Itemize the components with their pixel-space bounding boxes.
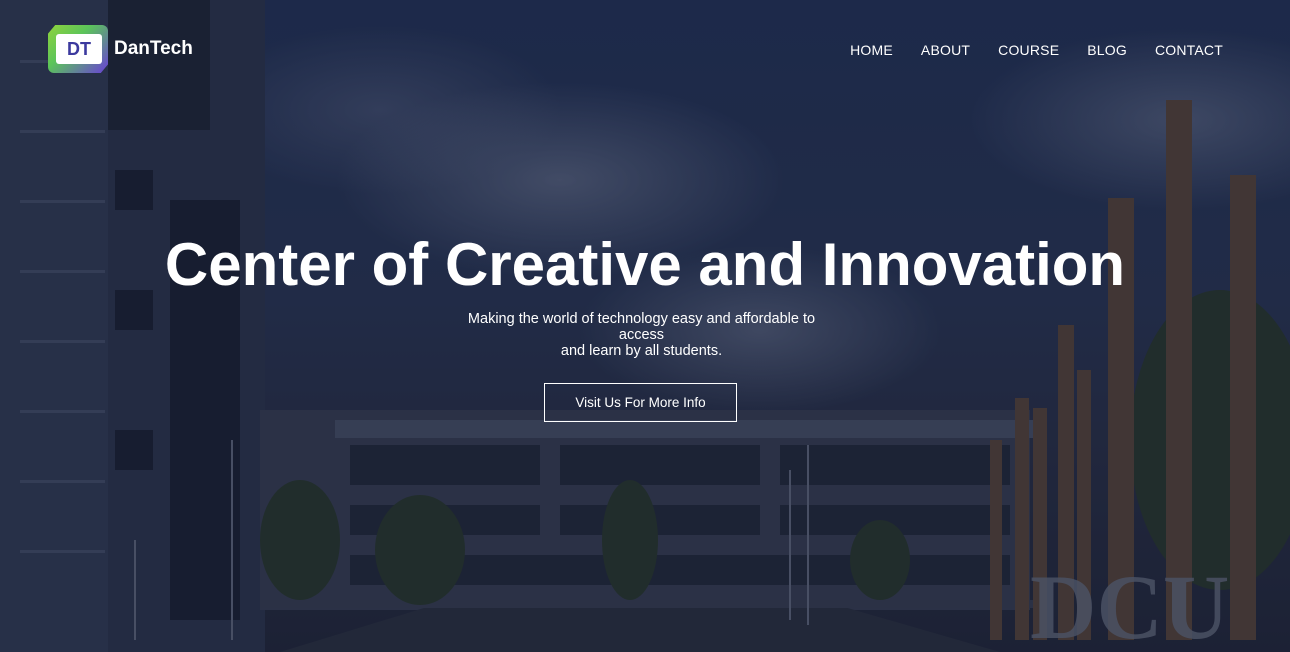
- hero-subtitle-line2: and learn by all students.: [560, 343, 723, 359]
- nav-contact[interactable]: CONTACT: [1155, 42, 1223, 58]
- nav-about[interactable]: ABOUT: [921, 42, 970, 58]
- nav-course[interactable]: COURSE: [998, 42, 1059, 58]
- logo-letters: DT: [67, 38, 91, 59]
- visit-info-button[interactable]: Visit Us For More Info: [544, 383, 737, 422]
- brand-logo[interactable]: DT DanTech: [48, 25, 193, 73]
- logo-icon: DT: [48, 25, 108, 73]
- hero-subtitle: Making the world of technology easy and …: [445, 311, 838, 359]
- nav-home[interactable]: HOME: [850, 42, 893, 58]
- nav-blog[interactable]: BLOG: [1087, 42, 1127, 58]
- main-nav: HOME ABOUT COURSE BLOG CONTACT: [850, 42, 1223, 58]
- brand-name: DanTech: [114, 38, 193, 59]
- hero-title: Center of Creative and Innovation: [164, 231, 1126, 298]
- hero-subtitle-line1: Making the world of technology easy and …: [467, 311, 816, 343]
